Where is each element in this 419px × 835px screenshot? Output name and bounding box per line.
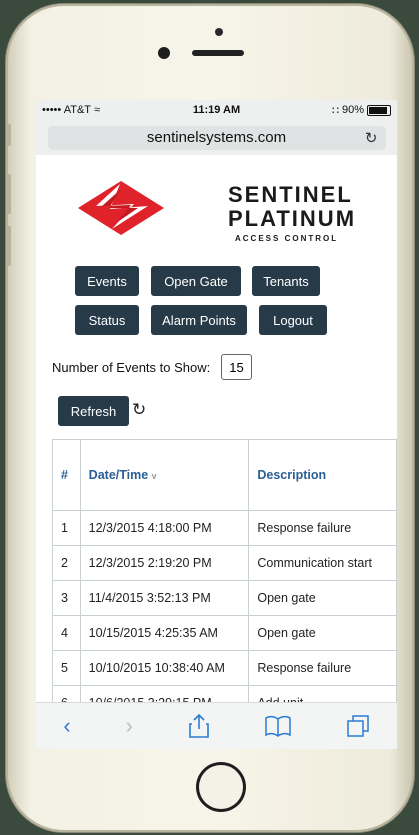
volume-down-button — [6, 226, 11, 266]
col-datetime-header[interactable]: Date/Time v — [79, 439, 250, 511]
events-count-label: Number of Events to Show: — [52, 360, 211, 375]
bookmarks-icon[interactable] — [264, 715, 291, 737]
battery-fill — [369, 106, 387, 114]
row-datetime: 11/4/2015 3:52:13 PM — [79, 580, 250, 616]
phone-frame: ••••• AT&T ≈ 11:19 AM ∷ 90% sentinelsyst… — [6, 4, 414, 832]
table-header-row: # Date/Time v Description — [52, 439, 397, 511]
mute-switch — [6, 124, 11, 146]
col-datetime-label: Date/Time — [88, 468, 149, 482]
status-button[interactable]: Status — [75, 305, 139, 335]
row-num: 3 — [52, 580, 81, 616]
back-icon[interactable]: ‹ — [63, 713, 70, 739]
status-bar: ••••• AT&T ≈ 11:19 AM ∷ 90% — [36, 100, 397, 120]
row-description: Response failure — [248, 650, 397, 686]
home-button[interactable] — [196, 762, 246, 812]
table-row: 4 10/15/2015 4:25:35 AM Open gate — [52, 615, 397, 651]
brand-line2: PLATINUM — [228, 206, 357, 231]
table-row: 5 10/10/2015 10:38:40 AM Response failure — [52, 650, 397, 686]
status-time: 11:19 AM — [192, 104, 241, 116]
sentinel-logo — [78, 181, 164, 235]
reload-icon[interactable]: ↻ — [365, 129, 378, 147]
row-description: Communication start — [248, 545, 397, 581]
row-datetime: 10/15/2015 4:25:35 AM — [79, 615, 250, 651]
events-count-input[interactable]: 15 — [221, 354, 252, 380]
proximity-sensor — [215, 28, 223, 36]
col-num-header: # — [52, 439, 81, 511]
brand-wordmark: SENTINEL PLATINUM ACCESS CONTROL — [228, 182, 356, 243]
alarm-points-button[interactable]: Alarm Points — [151, 305, 247, 335]
events-button[interactable]: Events — [75, 266, 139, 296]
battery-icon — [367, 104, 391, 116]
phone-screen: ••••• AT&T ≈ 11:19 AM ∷ 90% sentinelsyst… — [36, 100, 397, 749]
earpiece-speaker — [192, 50, 244, 56]
brand-line3: ACCESS CONTROL — [235, 234, 339, 243]
safari-bottom-toolbar: ‹ › — [36, 702, 397, 749]
refresh-button[interactable]: Refresh — [58, 396, 129, 426]
table-row: 2 12/3/2015 2:19:20 PM Communication start — [52, 545, 397, 581]
row-description: Open gate — [248, 580, 397, 616]
brand-line1: SENTINEL — [228, 182, 353, 207]
tenants-button[interactable]: Tenants — [252, 266, 320, 296]
address-bar[interactable]: sentinelsystems.com ↻ — [47, 125, 386, 150]
col-description-header[interactable]: Description — [248, 439, 397, 511]
row-num: 1 — [52, 510, 81, 546]
row-datetime: 12/3/2015 4:18:00 PM — [79, 510, 250, 546]
open-gate-button[interactable]: Open Gate — [151, 266, 241, 296]
row-num: 4 — [52, 615, 81, 651]
share-icon[interactable] — [188, 713, 210, 739]
volume-up-button — [6, 174, 11, 214]
sort-indicator-icon: v — [151, 471, 157, 481]
tabs-icon[interactable] — [346, 714, 370, 738]
row-description: Open gate — [248, 615, 397, 651]
row-datetime: 10/10/2015 10:38:40 AM — [79, 650, 250, 686]
refresh-icon[interactable]: ↻ — [132, 400, 146, 420]
table-row: 1 12/3/2015 4:18:00 PM Response failure — [52, 510, 397, 546]
url-text: sentinelsystems.com — [146, 129, 287, 146]
logout-button[interactable]: Logout — [259, 305, 327, 335]
row-num: 2 — [52, 545, 81, 581]
forward-icon[interactable]: › — [126, 713, 133, 739]
row-description: Response failure — [248, 510, 397, 546]
browser-toolbar: sentinelsystems.com ↻ — [36, 120, 397, 155]
table-row: 3 11/4/2015 3:52:13 PM Open gate — [52, 580, 397, 616]
row-num: 5 — [52, 650, 81, 686]
front-camera — [158, 47, 170, 59]
events-table: # Date/Time v Description 1 12/3/2015 4:1… — [52, 439, 397, 721]
row-datetime: 12/3/2015 2:19:20 PM — [79, 545, 250, 581]
